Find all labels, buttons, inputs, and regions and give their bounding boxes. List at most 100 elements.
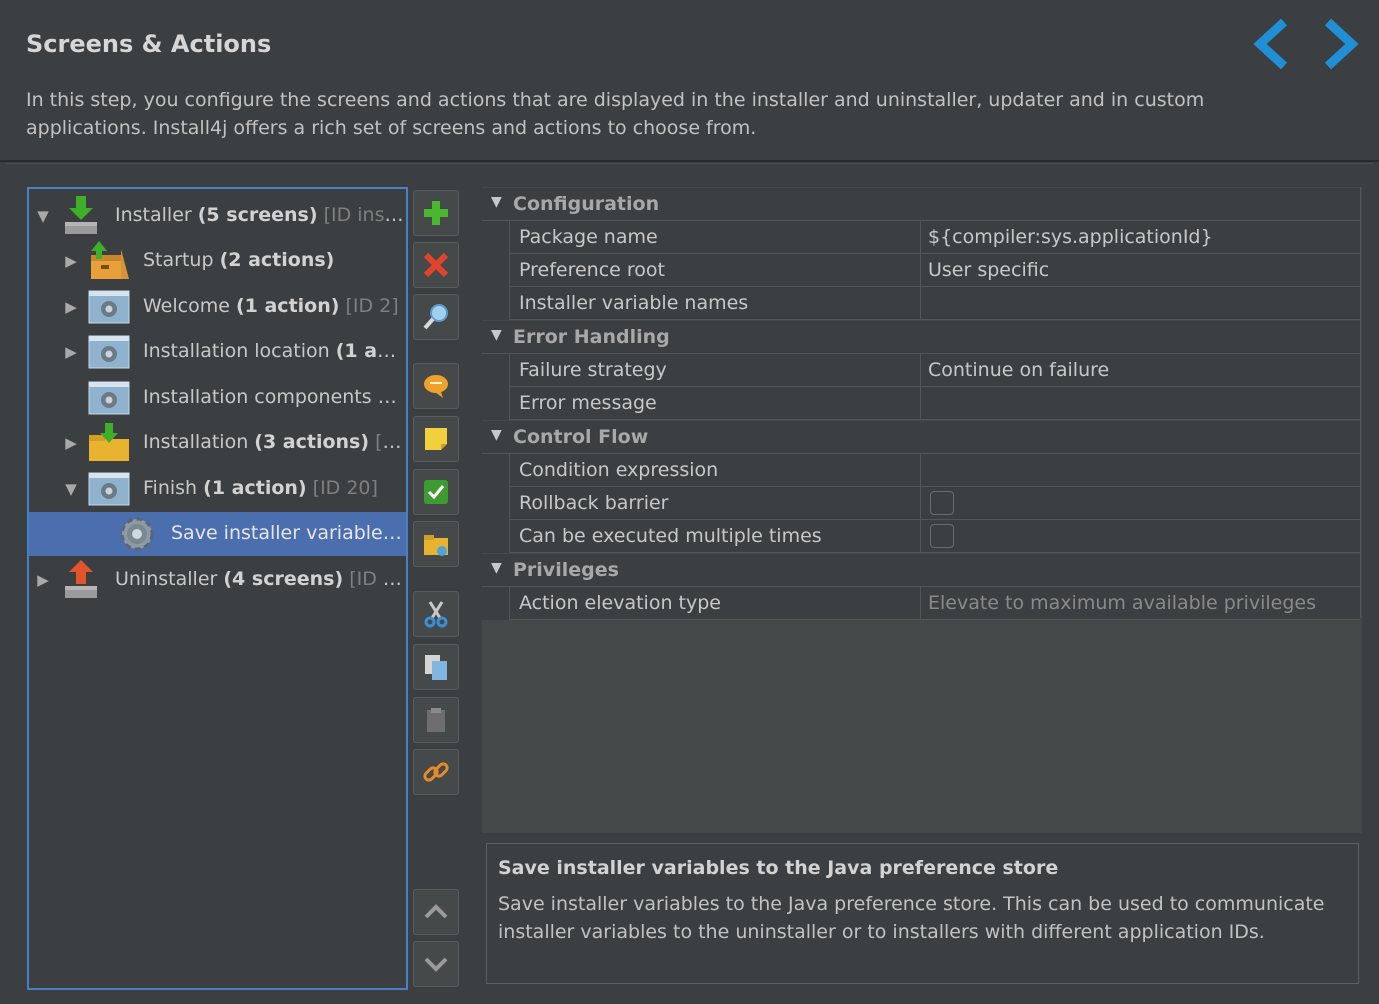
rollback-barrier-checkbox[interactable] [930,491,954,515]
prop-action-elevation-type[interactable]: Action elevation type Elevate to maximum… [482,587,1360,620]
search-button[interactable] [413,294,459,340]
cut-button[interactable] [413,591,459,637]
category-title: Control Flow [513,426,649,448]
tree-item-installation-location[interactable]: ▶ Installation location (1 ac... [29,330,406,374]
tree-item-finish[interactable]: ▼ Finish (1 action) [ID 20] [29,467,406,511]
description-text: Save installer variables to the Java pre… [498,893,1325,943]
paste-icon [427,708,445,732]
collapse-toggle[interactable]: ▼ [491,560,502,576]
prop-value[interactable] [921,387,1360,420]
tree-item-welcome[interactable]: ▶ Welcome (1 action) [ID 2] [29,285,406,329]
delete-icon [423,252,449,278]
plus-icon [424,201,448,225]
tree-item-uninstaller[interactable]: ▶ Uninstaller (4 screens) [ID un... [29,558,406,602]
tree-item-installation-components[interactable]: Installation components [I... [29,376,406,420]
property-sheet: ▼ Configuration Package name ${compiler:… [482,187,1362,833]
row-gutter [482,454,509,487]
prop-label: Can be executed multiple times [509,520,921,553]
row-gutter [482,487,509,520]
prop-rollback-barrier[interactable]: Rollback barrier [482,487,1360,520]
enable-button[interactable] [413,469,459,515]
tree-item-startup[interactable]: ▶ Startup (2 actions) [29,239,406,283]
prop-installer-variable-names[interactable]: Installer variable names [482,287,1360,320]
tree-item-label: Finish (1 action) [ID 20] [143,477,378,499]
add-button[interactable] [413,190,459,236]
description-panel: Save installer variables to the Java pre… [486,843,1359,984]
expand-toggle[interactable]: ▶ [63,343,79,361]
prop-value[interactable]: ${compiler:sys.applicationId} [921,221,1360,254]
screens-tree[interactable]: ▼ Installer (5 screens) [ID instal... ▶ … [27,187,408,990]
page-description: In this step, you configure the screens … [26,89,1205,139]
note-button[interactable] [413,416,459,462]
tree-item-label: Welcome (1 action) [ID 2] [143,295,399,317]
link-icon [423,762,449,782]
prop-preference-root[interactable]: Preference root User specific [482,254,1360,287]
screen-gear-icon [88,335,130,369]
tree-item-installer[interactable]: ▼ Installer (5 screens) [ID instal... [29,194,406,238]
row-gutter [482,287,509,320]
header: Screens & Actions In this step, you conf… [0,0,1379,162]
collapse-toggle[interactable]: ▼ [63,480,79,498]
comment-icon [424,375,448,398]
prop-value[interactable] [921,454,1360,487]
startup-icon [91,241,129,279]
expand-toggle[interactable]: ▶ [63,252,79,270]
prop-label: Installer variable names [509,287,921,320]
move-up-button[interactable] [413,889,459,935]
collapse-toggle[interactable]: ▼ [35,207,51,225]
link-button[interactable] [413,749,459,795]
comment-button[interactable] [413,363,459,409]
collapse-toggle[interactable]: ▼ [491,427,502,443]
folder-button[interactable] [413,521,459,567]
row-gutter [482,520,509,553]
folder-icon [424,535,448,556]
expand-toggle[interactable]: ▶ [63,434,79,452]
category-privileges[interactable]: ▼ Privileges [482,554,1360,587]
next-button[interactable] [1310,14,1370,74]
copy-icon [425,655,447,680]
move-down-button[interactable] [413,941,459,987]
category-control-flow[interactable]: ▼ Control Flow [482,421,1360,454]
prop-value[interactable]: Continue on failure [921,354,1360,387]
remove-button[interactable] [413,242,459,288]
collapse-toggle[interactable]: ▼ [491,327,502,343]
page-title: Screens & Actions [26,30,272,58]
expand-toggle[interactable]: ▶ [35,571,51,589]
prop-package-name[interactable]: Package name ${compiler:sys.applicationI… [482,221,1360,254]
row-gutter [482,354,509,387]
paste-button[interactable] [413,697,459,743]
prop-executed-multiple-times[interactable]: Can be executed multiple times [482,520,1360,553]
back-button[interactable] [1248,14,1308,74]
prop-label: Failure strategy [509,354,921,387]
category-title: Configuration [513,193,660,215]
tree-item-label: Installer (5 screens) [ID instal... [115,204,405,226]
multiple-times-checkbox[interactable] [930,524,954,548]
chevron-right-icon [1324,18,1359,70]
prop-value[interactable]: User specific [921,254,1360,287]
note-icon [425,428,447,450]
row-gutter [482,587,509,620]
category-error-handling[interactable]: ▼ Error Handling [482,321,1360,354]
collapse-toggle[interactable]: ▼ [491,194,502,210]
category-configuration[interactable]: ▼ Configuration [482,188,1360,221]
prop-label: Package name [509,221,921,254]
tree-item-save-installer-variables[interactable]: Save installer variables ... [29,512,406,556]
prop-label: Preference root [509,254,921,287]
tree-item-installation[interactable]: ▶ Installation (3 actions) [I... [29,421,406,465]
row-gutter [482,387,509,420]
installation-folder-icon [89,423,129,461]
prop-value[interactable]: Elevate to maximum available privileges [921,587,1360,620]
prop-value[interactable] [921,287,1360,320]
copy-button[interactable] [413,644,459,690]
category-title: Privileges [513,559,619,581]
prop-error-message[interactable]: Error message [482,387,1360,420]
prop-label: Condition expression [509,454,921,487]
expand-toggle[interactable]: ▶ [63,298,79,316]
magnifier-icon [423,304,448,330]
prop-condition-expression[interactable]: Condition expression [482,454,1360,487]
prop-label: Rollback barrier [509,487,921,520]
chevron-left-icon [1253,18,1288,70]
prop-failure-strategy[interactable]: Failure strategy Continue on failure [482,354,1360,387]
scissors-icon [424,601,448,628]
prop-label: Error message [509,387,921,420]
